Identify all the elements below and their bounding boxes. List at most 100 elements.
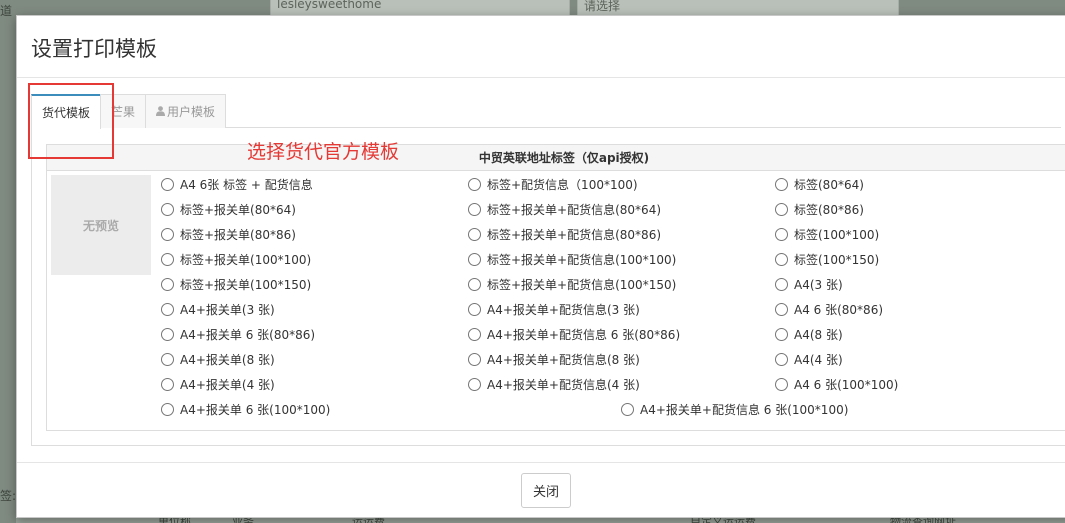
radio-button[interactable]	[161, 202, 174, 216]
option-label: 标签(80*86)	[794, 202, 864, 217]
radio-button[interactable]	[621, 402, 634, 416]
option-label: 标签+报关单+配货信息(80*86)	[487, 227, 662, 242]
background-select: 请选择	[577, 0, 899, 16]
option-label: 标签(100*100)	[794, 227, 880, 242]
template-option[interactable]: A4+报关单+配货信息 6 张(80*86)	[468, 326, 680, 342]
template-option[interactable]: 标签(100*150)	[775, 251, 879, 267]
radio-button[interactable]	[468, 277, 481, 291]
radio-button[interactable]	[161, 302, 174, 316]
template-option[interactable]: A4+报关单+配货信息(4 张)	[468, 376, 640, 392]
modal-body: 货代模板 芒果 用户模板 中贸英联地址标签（仅api授权) 无预览 A4 6张 …	[17, 78, 1065, 464]
template-group-title: 中贸英联地址标签（仅api授权)	[47, 145, 1065, 171]
modal-footer: 关闭	[17, 462, 1065, 517]
template-option[interactable]: 标签+报关单(80*64)	[161, 201, 296, 217]
option-label: A4+报关单(4 张)	[180, 377, 275, 392]
tab-forwarder-template[interactable]: 货代模板	[31, 94, 102, 129]
radio-button[interactable]	[775, 302, 788, 316]
template-option[interactable]: 标签+报关单(100*100)	[161, 251, 311, 267]
template-option[interactable]: 标签(80*86)	[775, 201, 864, 217]
template-option[interactable]: A4(8 张)	[775, 326, 843, 342]
background-label: 道	[0, 4, 13, 18]
radio-button[interactable]	[468, 302, 481, 316]
radio-button[interactable]	[468, 227, 481, 241]
option-label: 标签+报关单(100*150)	[180, 277, 312, 292]
option-label: A4+报关单+配货信息 6 张(80*86)	[487, 327, 681, 342]
radio-button[interactable]	[161, 327, 174, 341]
radio-button[interactable]	[161, 227, 174, 241]
radio-button[interactable]	[161, 177, 174, 191]
template-option[interactable]: 标签+报关单+配货信息(100*100)	[468, 251, 676, 267]
template-option[interactable]: 标签+报关单+配货信息(80*64)	[468, 201, 661, 217]
radio-button[interactable]	[161, 277, 174, 291]
template-option[interactable]: A4+报关单 6 张(100*100)	[161, 401, 330, 417]
tab-mango[interactable]: 芒果	[100, 94, 147, 128]
print-template-modal: 设置打印模板 货代模板 芒果 用户模板 中贸英联地址标签（仅api授权) 无预览…	[16, 15, 1065, 518]
template-option[interactable]: A4 6张 标签 + 配货信息	[161, 176, 313, 192]
template-option[interactable]: A4+报关单+配货信息(8 张)	[468, 351, 640, 367]
template-option[interactable]: A4+报关单(8 张)	[161, 351, 275, 367]
option-label: 标签+配货信息（100*100)	[487, 177, 638, 192]
radio-button[interactable]	[468, 352, 481, 366]
background-store-field: lesleysweethome	[270, 0, 570, 16]
option-label: A4+报关单(3 张)	[180, 302, 275, 317]
option-label: A4 6张 标签 + 配货信息	[180, 177, 313, 192]
template-option[interactable]: 标签+报关单+配货信息(80*86)	[468, 226, 661, 242]
radio-button[interactable]	[775, 177, 788, 191]
radio-button[interactable]	[775, 352, 788, 366]
option-label: A4(8 张)	[794, 327, 843, 342]
template-tabs: 货代模板 芒果 用户模板	[31, 94, 1061, 129]
user-icon	[156, 106, 166, 119]
radio-button[interactable]	[468, 327, 481, 341]
radio-button[interactable]	[468, 177, 481, 191]
template-option[interactable]: A4+报关单(3 张)	[161, 301, 275, 317]
radio-button[interactable]	[775, 227, 788, 241]
template-option[interactable]: A4(4 张)	[775, 351, 843, 367]
option-label: A4+报关单+配货信息 6 张(100*100)	[640, 402, 849, 417]
radio-button[interactable]	[775, 377, 788, 391]
template-option[interactable]: A4 6 张(100*100)	[775, 376, 898, 392]
option-label: 标签+报关单(80*86)	[180, 227, 296, 242]
radio-button[interactable]	[468, 202, 481, 216]
option-label: A4+报关单 6 张(80*86)	[180, 327, 316, 342]
template-option[interactable]: A4(3 张)	[775, 276, 843, 292]
option-label: 标签(80*64)	[794, 177, 864, 192]
option-label: A4 6 张(80*86)	[794, 302, 884, 317]
background-label-2: 签:	[0, 489, 17, 503]
template-group: 中贸英联地址标签（仅api授权) 无预览 A4 6张 标签 + 配货信息 标签+配…	[46, 144, 1065, 431]
radio-button[interactable]	[775, 327, 788, 341]
option-label: A4+报关单 6 张(100*100)	[180, 402, 331, 417]
radio-button[interactable]	[161, 252, 174, 266]
template-option[interactable]: 标签+配货信息（100*100)	[468, 176, 638, 192]
tab-user-template[interactable]: 用户模板	[145, 94, 227, 128]
option-label: 标签(100*150)	[794, 252, 880, 267]
option-label: 标签+报关单+配货信息(80*64)	[487, 202, 662, 217]
option-label: 标签+报关单(100*100)	[180, 252, 312, 267]
template-option[interactable]: 标签+报关单+配货信息(100*150)	[468, 276, 676, 292]
radio-button[interactable]	[775, 277, 788, 291]
modal-title: 设置打印模板	[31, 37, 157, 61]
template-option[interactable]: 标签+报关单(80*86)	[161, 226, 296, 242]
radio-button[interactable]	[775, 252, 788, 266]
option-label: A4 6 张(100*100)	[794, 377, 899, 392]
template-preview: 无预览	[51, 175, 151, 275]
radio-button[interactable]	[468, 252, 481, 266]
template-option[interactable]: A4+报关单 6 张(80*86)	[161, 326, 315, 342]
radio-button[interactable]	[775, 202, 788, 216]
close-button[interactable]: 关闭	[520, 472, 571, 508]
template-option[interactable]: A4 6 张(80*86)	[775, 301, 883, 317]
template-option[interactable]: 标签+报关单(100*150)	[161, 276, 311, 292]
radio-button[interactable]	[468, 377, 481, 391]
template-option[interactable]: A4+报关单+配货信息(3 张)	[468, 301, 640, 317]
template-option[interactable]: 标签(80*64)	[775, 176, 864, 192]
radio-button[interactable]	[161, 352, 174, 366]
template-option[interactable]: A4+报关单+配货信息 6 张(100*100)	[621, 401, 848, 417]
tab-label: 芒果	[111, 105, 136, 119]
annotation-text: 选择货代官方模板	[247, 141, 400, 163]
option-label: 标签+报关单+配货信息(100*150)	[487, 277, 677, 292]
template-option[interactable]: 标签(100*100)	[775, 226, 879, 242]
tab-label: 货代模板	[42, 106, 91, 120]
radio-button[interactable]	[161, 377, 174, 391]
radio-button[interactable]	[161, 402, 174, 416]
template-option[interactable]: A4+报关单(4 张)	[161, 376, 275, 392]
option-label: 标签+报关单+配货信息(100*100)	[487, 252, 677, 267]
